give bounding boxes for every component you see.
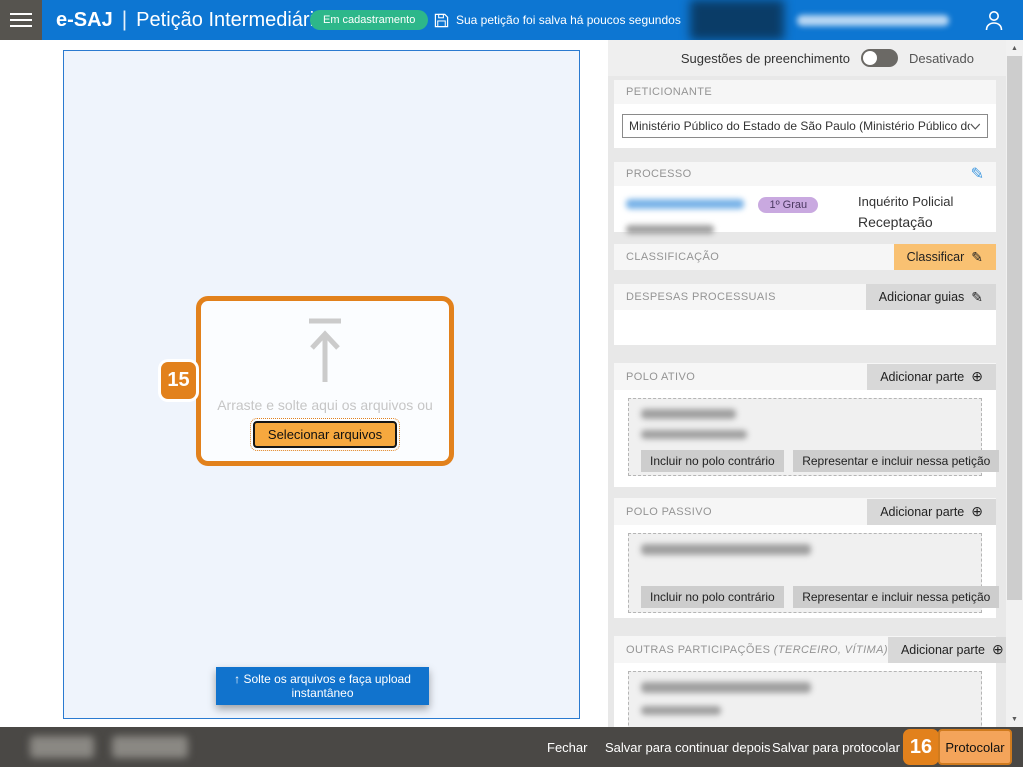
section-subtitle: (TERCEIRO, VÍTIMA) bbox=[774, 644, 888, 656]
save-status: Sua petição foi salva há poucos segundos bbox=[434, 0, 681, 40]
processo-assunto: Receptação bbox=[858, 212, 953, 232]
redacted-user-name bbox=[797, 15, 949, 26]
incluir-polo-contrario-button[interactable]: Incluir no polo contrário bbox=[641, 586, 784, 608]
adicionar-guias-button[interactable]: Adicionar guias ✎ bbox=[866, 284, 996, 310]
redacted-header-box bbox=[690, 0, 784, 40]
representar-incluir-button[interactable]: Representar e incluir nessa petição bbox=[793, 450, 999, 472]
chevron-down-icon bbox=[970, 122, 981, 131]
section-despesas: DESPESAS PROCESSUAIS Adicionar guias ✎ bbox=[614, 284, 996, 345]
pencil-icon: ✎ bbox=[971, 249, 983, 266]
redacted-footer-logo bbox=[112, 736, 188, 758]
grau-badge: 1º Grau bbox=[758, 197, 818, 213]
section-title: CLASSIFICAÇÃO bbox=[626, 251, 719, 263]
section-header: POLO PASSIVO Adicionar parte ⊕ bbox=[614, 498, 996, 525]
edit-processo-button[interactable]: ✎ bbox=[959, 161, 996, 187]
representar-incluir-button[interactable]: Representar e incluir nessa petição bbox=[793, 586, 999, 608]
petition-page: e-SAJ | Petição Intermediária Em cadastr… bbox=[0, 0, 1023, 767]
section-title: PETICIONANTE bbox=[626, 86, 712, 98]
instant-upload-button[interactable]: ↑ Solte os arquivos e faça upload instan… bbox=[216, 667, 429, 705]
section-header: POLO ATIVO Adicionar parte ⊕ bbox=[614, 363, 996, 390]
section-outras-participacoes: OUTRAS PARTICIPAÇÕES (TERCEIRO, VÍTIMA) … bbox=[614, 636, 996, 727]
suggestions-state: Desativado bbox=[909, 51, 974, 66]
section-header: CLASSIFICAÇÃO Classificar ✎ bbox=[614, 244, 996, 270]
redacted-party-document bbox=[641, 430, 747, 439]
redacted-process-number-link[interactable] bbox=[626, 199, 744, 209]
redacted-party-name bbox=[641, 544, 811, 555]
scroll-down-arrow[interactable]: ▼ bbox=[1006, 711, 1023, 727]
plus-circle-icon: ⊕ bbox=[992, 641, 1004, 658]
section-header: PETICIONANTE bbox=[614, 80, 996, 104]
fechar-button[interactable]: Fechar bbox=[547, 727, 587, 767]
user-icon bbox=[982, 8, 1006, 32]
scroll-up-arrow[interactable]: ▲ bbox=[1006, 40, 1023, 56]
section-title: OUTRAS PARTICIPAÇÕES (TERCEIRO, VÍTIMA) bbox=[626, 644, 888, 656]
pencil-icon: ✎ bbox=[971, 166, 984, 183]
peticionante-selected-value: Ministério Público do Estado de São Paul… bbox=[629, 119, 970, 133]
protocolar-button[interactable]: Protocolar bbox=[938, 729, 1012, 765]
adicionar-parte-ativo-button[interactable]: Adicionar parte ⊕ bbox=[867, 364, 996, 390]
processo-classification: Inquérito Policial Receptação bbox=[858, 193, 953, 232]
section-polo-ativo: POLO ATIVO Adicionar parte ⊕ Incluir no … bbox=[614, 363, 996, 487]
petition-sidebar: Sugestões de preenchimento Desativado PE… bbox=[608, 40, 1006, 727]
suggestions-toggle[interactable] bbox=[861, 49, 898, 67]
redacted-party-name bbox=[641, 409, 736, 419]
hamburger-icon bbox=[10, 13, 32, 15]
adicionar-parte-outras-button[interactable]: Adicionar parte ⊕ bbox=[888, 637, 1006, 663]
party-card: Incluir no polo contrário Representar e … bbox=[628, 533, 982, 613]
file-dropzone[interactable]: Arraste e solte aqui os arquivos ou Sele… bbox=[196, 296, 454, 466]
party-card: Incluir no polo contrário Representar e … bbox=[628, 398, 982, 476]
section-title: PROCESSO bbox=[626, 168, 692, 180]
sidebar-scrollbar[interactable]: ▲ ▼ bbox=[1006, 40, 1023, 727]
section-header: OUTRAS PARTICIPAÇÕES (TERCEIRO, VÍTIMA) … bbox=[614, 636, 996, 663]
processo-classe: Inquérito Policial bbox=[858, 193, 953, 212]
section-processo: PROCESSO ✎ 1º Grau Inquérito Policial Re… bbox=[614, 162, 996, 232]
section-title: POLO PASSIVO bbox=[626, 506, 712, 518]
breadcrumb: e-SAJ | Petição Intermediária bbox=[56, 0, 325, 40]
classificar-button[interactable]: Classificar ✎ bbox=[894, 244, 996, 270]
redacted-party-document bbox=[641, 706, 721, 715]
peticionante-select[interactable]: Ministério Público do Estado de São Paul… bbox=[622, 114, 988, 138]
pencil-icon: ✎ bbox=[971, 289, 983, 306]
plus-circle-icon: ⊕ bbox=[971, 503, 983, 520]
brand-separator: | bbox=[122, 8, 127, 32]
processo-details: 1º Grau Inquérito Policial Receptação bbox=[614, 186, 996, 243]
section-polo-passivo: POLO PASSIVO Adicionar parte ⊕ Incluir n… bbox=[614, 498, 996, 618]
dropzone-hint: Arraste e solte aqui os arquivos ou bbox=[217, 397, 433, 413]
user-account-button[interactable] bbox=[982, 8, 1008, 34]
suggestions-label: Sugestões de preenchimento bbox=[681, 51, 850, 66]
suggestions-row: Sugestões de preenchimento Desativado bbox=[608, 40, 1006, 76]
section-title: POLO ATIVO bbox=[626, 371, 695, 383]
section-classificacao: CLASSIFICAÇÃO Classificar ✎ bbox=[614, 244, 996, 270]
party-actions: Incluir no polo contrário Representar e … bbox=[641, 586, 969, 608]
page-title: Petição Intermediária bbox=[136, 9, 325, 32]
section-peticionante: PETICIONANTE Ministério Público do Estad… bbox=[614, 80, 996, 148]
document-panel: Arraste e solte aqui os arquivos ou Sele… bbox=[63, 50, 580, 719]
party-actions: Incluir no polo contrário Representar e … bbox=[641, 450, 969, 472]
section-title: DESPESAS PROCESSUAIS bbox=[626, 291, 776, 303]
status-badge: Em cadastramento bbox=[310, 10, 428, 30]
brand-logo: e-SAJ bbox=[56, 9, 113, 32]
salvar-continuar-button[interactable]: Salvar para continuar depois bbox=[605, 727, 771, 767]
step-badge-16: 16 bbox=[903, 729, 939, 765]
party-card bbox=[628, 671, 982, 727]
incluir-polo-contrario-button[interactable]: Incluir no polo contrário bbox=[641, 450, 784, 472]
redacted-forum-name bbox=[626, 225, 714, 234]
select-files-button[interactable]: Selecionar arquivos bbox=[253, 421, 397, 448]
upload-arrow-icon bbox=[305, 317, 345, 385]
menu-button[interactable] bbox=[0, 0, 42, 40]
section-header: PROCESSO ✎ bbox=[614, 162, 996, 186]
save-icon bbox=[434, 13, 449, 28]
redacted-party-name bbox=[641, 682, 811, 693]
toggle-knob bbox=[863, 51, 877, 65]
section-header: DESPESAS PROCESSUAIS Adicionar guias ✎ bbox=[614, 284, 996, 310]
plus-circle-icon: ⊕ bbox=[971, 368, 983, 385]
redacted-footer-logo bbox=[30, 736, 94, 758]
save-message: Sua petição foi salva há poucos segundos bbox=[456, 13, 681, 27]
scrollbar-thumb[interactable] bbox=[1007, 56, 1022, 600]
step-badge-15: 15 bbox=[161, 362, 196, 399]
top-bar: e-SAJ | Petição Intermediária Em cadastr… bbox=[0, 0, 1023, 40]
adicionar-parte-passivo-button[interactable]: Adicionar parte ⊕ bbox=[867, 499, 996, 525]
footer-action-bar: Fechar Salvar para continuar depois Salv… bbox=[0, 727, 1023, 767]
